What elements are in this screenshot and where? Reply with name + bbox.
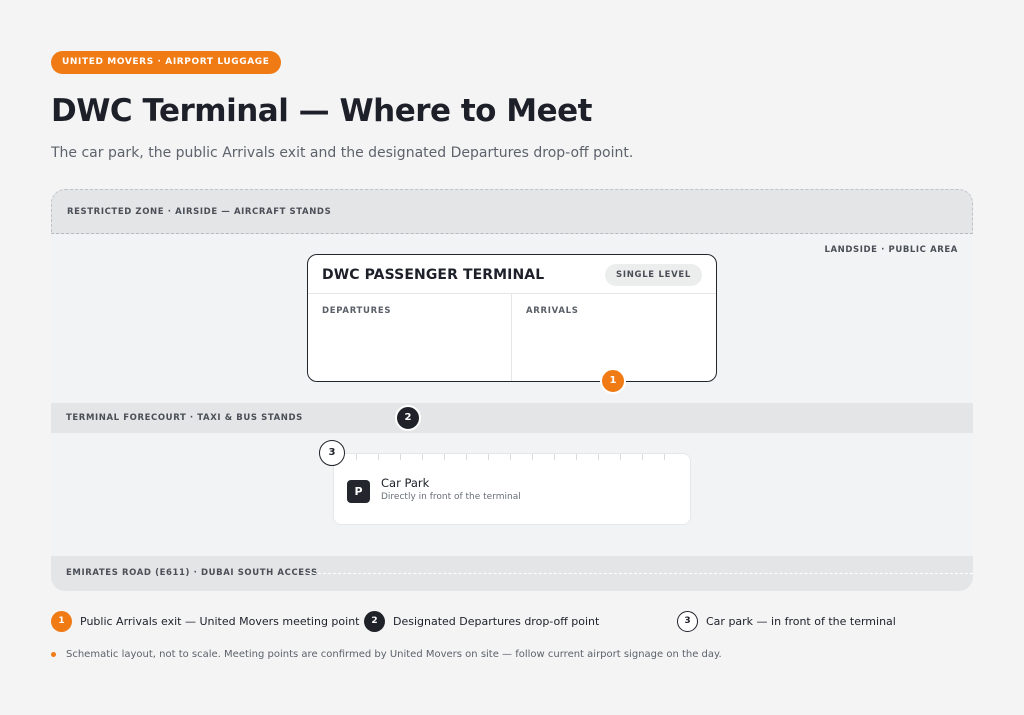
footnote-text: Schematic layout, not to scale. Meeting … [66,649,722,660]
departures-section: DEPARTURES [308,294,512,381]
legend-text-1: Public Arrivals exit — United Movers mee… [80,614,360,628]
road-label: EMIRATES ROAD (E611) · DUBAI SOUTH ACCES… [66,568,318,578]
marker-departures-dropoff: 2 [395,405,421,431]
footnote: Schematic layout, not to scale. Meeting … [51,649,722,660]
note-bullet-icon [51,652,56,657]
marker-arrivals-exit: 1 [600,368,626,394]
forecourt-label: TERMINAL FORECOURT · TAXI & BUS STANDS [66,413,303,423]
restricted-zone-label: RESTRICTED ZONE · AIRSIDE — AIRCRAFT STA… [67,207,332,217]
landside-label: LANDSIDE · PUBLIC AREA [824,245,958,255]
legend-item-departures-dropoff: 2 Designated Departures drop-off point [364,610,599,632]
page-title: DWC Terminal — Where to Meet [51,93,592,129]
parking-bay-ticks [334,454,690,462]
restricted-zone: RESTRICTED ZONE · AIRSIDE — AIRCRAFT STA… [51,189,973,234]
road-band: EMIRATES ROAD (E611) · DUBAI SOUTH ACCES… [51,556,973,591]
legend-text-3: Car park — in front of the terminal [706,614,896,628]
legend-marker-1: 1 [51,610,72,632]
marker-car-park: 3 [319,440,345,466]
parking-icon: P [347,480,370,503]
legend-marker-2: 2 [364,610,385,632]
legend-text-2: Designated Departures drop-off point [393,614,600,628]
terminal-header: DWC PASSENGER TERMINAL SINGLE LEVEL [308,255,716,294]
road-centre-line [308,573,973,574]
car-park: P Car Park Directly in front of the term… [333,453,691,525]
arrivals-label: ARRIVALS [526,306,579,316]
terminal-level-tag: SINGLE LEVEL [605,264,702,286]
car-park-subtitle: Directly in front of the terminal [381,492,521,502]
legend-item-car-park: 3 Car park — in front of the terminal [677,610,896,632]
legend-item-arrivals-exit: 1 Public Arrivals exit — United Movers m… [51,610,359,632]
terminal-map: RESTRICTED ZONE · AIRSIDE — AIRCRAFT STA… [51,189,973,591]
car-park-title: Car Park [381,476,430,490]
forecourt-band: TERMINAL FORECOURT · TAXI & BUS STANDS [51,403,973,433]
legend-marker-3: 3 [677,610,698,632]
departures-label: DEPARTURES [322,306,392,316]
passenger-terminal: DWC PASSENGER TERMINAL SINGLE LEVEL DEPA… [307,254,717,382]
page-subtitle: The car park, the public Arrivals exit a… [51,145,634,161]
brand-badge: UNITED MOVERS · AIRPORT LUGGAGE [51,51,281,74]
terminal-title: DWC PASSENGER TERMINAL [322,267,545,283]
